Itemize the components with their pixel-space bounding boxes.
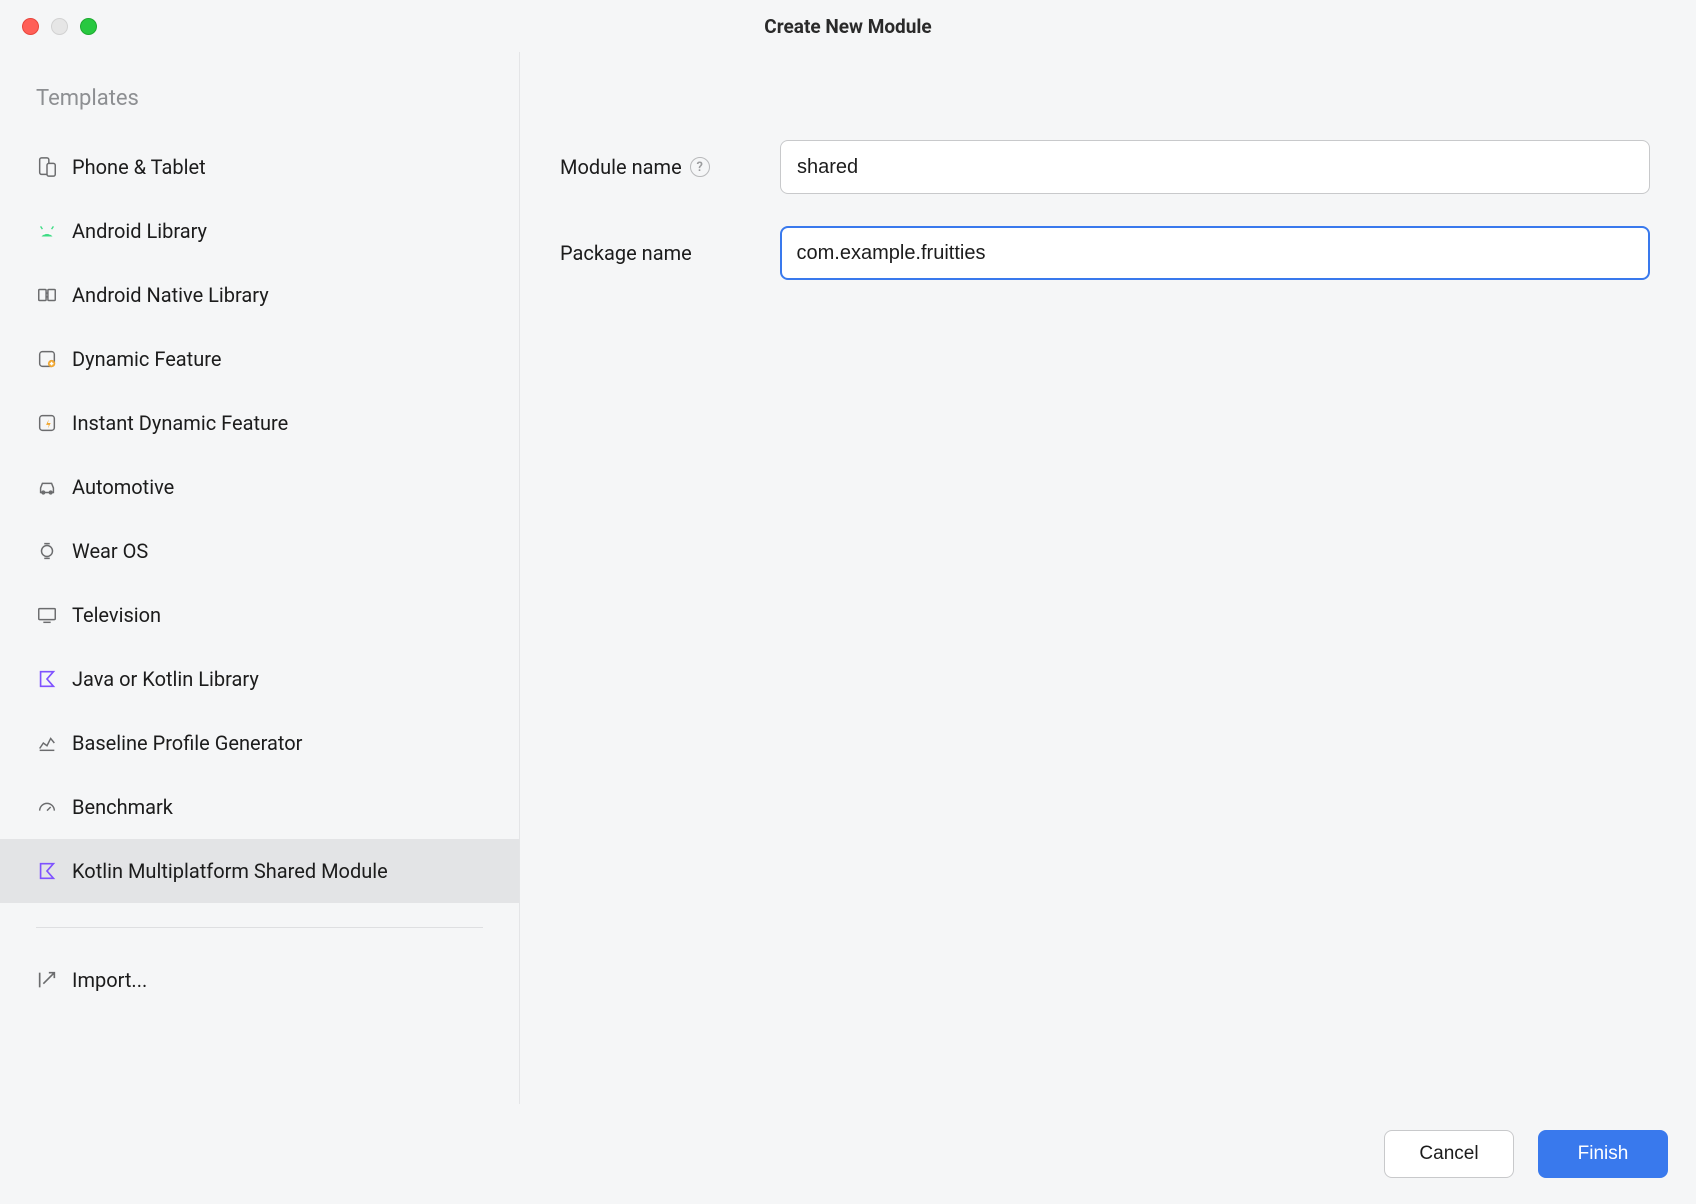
sidebar-item-kotlin-multiplatform-shared-module[interactable]: Kotlin Multiplatform Shared Module (0, 839, 519, 903)
sidebar-divider (36, 927, 483, 928)
package-name-label: Package name (560, 241, 780, 265)
form-row-module-name: Module name ? (560, 140, 1656, 194)
sidebar-item-phone-tablet[interactable]: Phone & Tablet (0, 135, 519, 199)
dialog-window: Create New Module Templates Phone & Tabl… (0, 0, 1696, 1204)
sidebar-item-label: Wear OS (72, 539, 148, 563)
maximize-icon[interactable] (80, 18, 97, 35)
sidebar-item-label: Baseline Profile Generator (72, 731, 302, 755)
sidebar: Templates Phone & Tablet Android Library A… (0, 52, 520, 1104)
sidebar-item-android-native-library[interactable]: Android Native Library (0, 263, 519, 327)
sidebar-item-java-or-kotlin-library[interactable]: Java or Kotlin Library (0, 647, 519, 711)
sidebar-item-automotive[interactable]: Automotive (0, 455, 519, 519)
titlebar: Create New Module (0, 0, 1696, 52)
form-row-package-name: Package name (560, 226, 1656, 280)
sidebar-item-baseline-profile-generator[interactable]: Baseline Profile Generator (0, 711, 519, 775)
sidebar-item-label: Television (72, 603, 161, 627)
sidebar-item-android-library[interactable]: Android Library (0, 199, 519, 263)
sidebar-item-benchmark[interactable]: Benchmark (0, 775, 519, 839)
import-icon (36, 969, 58, 991)
car-icon (36, 476, 58, 498)
package-name-label-text: Package name (560, 241, 692, 265)
gauge-icon (36, 796, 58, 818)
sidebar-item-label: Android Native Library (72, 283, 269, 307)
kotlin-shared-icon (36, 860, 58, 882)
tv-icon (36, 604, 58, 626)
sidebar-item-instant-dynamic-feature[interactable]: Instant Dynamic Feature (0, 391, 519, 455)
traffic-lights (0, 18, 97, 35)
sidebar-item-label: Android Library (72, 219, 207, 243)
sidebar-item-label: Kotlin Multiplatform Shared Module (72, 859, 388, 883)
close-icon[interactable] (22, 18, 39, 35)
instant-feature-icon (36, 412, 58, 434)
help-icon[interactable]: ? (690, 157, 710, 177)
cancel-button[interactable]: Cancel (1384, 1130, 1514, 1178)
body-area: Templates Phone & Tablet Android Library A… (0, 52, 1696, 1104)
sidebar-item-television[interactable]: Television (0, 583, 519, 647)
sidebar-item-label: Phone & Tablet (72, 155, 206, 179)
sidebar-item-dynamic-feature[interactable]: Dynamic Feature (0, 327, 519, 391)
watch-icon (36, 540, 58, 562)
module-name-input[interactable] (780, 140, 1650, 194)
window-title: Create New Module (0, 15, 1696, 38)
dynamic-feature-icon (36, 348, 58, 370)
template-list: Phone & Tablet Android Library Android Nat… (0, 135, 519, 903)
sidebar-item-label: Benchmark (72, 795, 173, 819)
sidebar-item-label: Dynamic Feature (72, 347, 221, 371)
sidebar-item-label: Instant Dynamic Feature (72, 411, 288, 435)
footer: Cancel Finish (0, 1104, 1696, 1204)
finish-button[interactable]: Finish (1538, 1130, 1668, 1178)
sidebar-item-label: Java or Kotlin Library (72, 667, 259, 691)
android-icon (36, 220, 58, 242)
sidebar-item-label: Automotive (72, 475, 174, 499)
kotlin-icon (36, 668, 58, 690)
minimize-icon[interactable] (51, 18, 68, 35)
module-name-label: Module name ? (560, 155, 780, 179)
sidebar-item-import[interactable]: Import... (0, 948, 519, 1012)
sidebar-heading: Templates (0, 86, 519, 135)
sidebar-item-label: Import... (72, 968, 147, 992)
native-plugin-icon (36, 284, 58, 306)
phone-tablet-icon (36, 156, 58, 178)
package-name-input[interactable] (780, 226, 1650, 280)
main-panel: Module name ? Package name (520, 52, 1696, 1104)
module-name-label-text: Module name (560, 155, 682, 179)
sidebar-item-wear-os[interactable]: Wear OS (0, 519, 519, 583)
baseline-icon (36, 732, 58, 754)
